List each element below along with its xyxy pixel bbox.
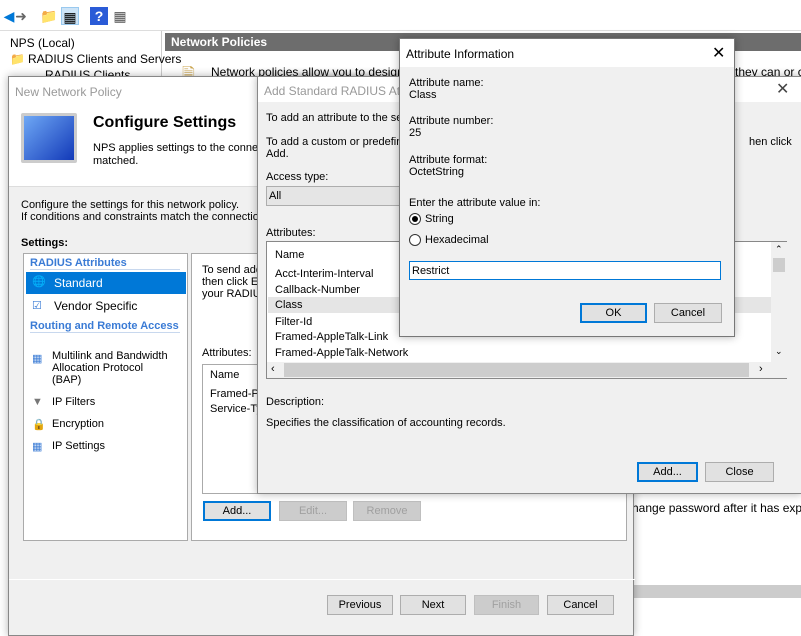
description-label: Description: <box>266 396 325 408</box>
toolbar: ◀ ➜ 📁 ▦ ? ▦ <box>0 0 801 31</box>
folder-icon: 📁 <box>10 52 25 66</box>
tree-item-radius-clients-servers[interactable]: RADIUS Clients and Servers <box>28 52 181 66</box>
ok-button[interactable]: OK <box>580 303 647 323</box>
dialog-title: Add Standard RADIUS Attrib <box>264 84 417 98</box>
help-icon[interactable]: ? <box>90 7 108 25</box>
panel-text: then click Ed <box>202 276 265 288</box>
instruction-text: Add. <box>266 148 289 160</box>
remove-button[interactable]: Remove <box>353 501 421 521</box>
network-icon: ▦ <box>32 441 43 453</box>
attribute-number-label: Attribute number: <box>409 115 494 127</box>
tree-item-nps-local[interactable]: NPS (Local) <box>10 36 75 50</box>
attribute-value-input[interactable]: Restrict <box>409 261 721 280</box>
network-icon: ▦ <box>32 353 43 365</box>
dialog-title: Attribute Information <box>406 47 515 61</box>
horizontal-scrollbar[interactable] <box>630 585 801 598</box>
edit-button[interactable]: Edit... <box>279 501 347 521</box>
up-folder-icon[interactable]: 📁 <box>40 7 58 25</box>
section-routing-remote-access: Routing and Remote Access <box>30 320 180 333</box>
attribute-name-label: Attribute name: <box>409 77 484 89</box>
instruction-text: To add an attribute to the settin <box>266 112 418 124</box>
heading-desc-2: matched. <box>93 155 139 167</box>
horizontal-scrollbar[interactable]: ‹ › <box>267 362 787 378</box>
access-type-label: Access type: <box>266 171 329 183</box>
filter-icon: ▼ <box>32 396 43 408</box>
add-button[interactable]: Add... <box>637 462 698 482</box>
attributes-label: Attributes: <box>266 227 316 239</box>
finish-button[interactable]: Finish <box>474 595 539 615</box>
previous-button[interactable]: Previous <box>327 595 393 615</box>
instruction-text: hen click <box>749 136 792 148</box>
condition-text: hange password after it has expired) <box>632 501 801 515</box>
section-radius-attributes: RADIUS Attributes <box>30 257 180 270</box>
settings-item-ip-settings[interactable]: ▦ IP Settings <box>26 438 186 458</box>
add-button[interactable]: Add... <box>203 501 271 521</box>
settings-item-standard[interactable]: 🌐 Standard <box>26 272 186 294</box>
radio-string[interactable]: String <box>409 212 509 226</box>
settings-item-vendor-specific[interactable]: ☑ Vendor Specific <box>26 296 186 316</box>
cancel-button[interactable]: Cancel <box>654 303 722 323</box>
close-button[interactable]: Close <box>705 462 774 482</box>
list-item[interactable]: Acct-Interim-Interval <box>275 268 373 280</box>
settings-item-encryption[interactable]: 🔒 Encryption <box>26 416 186 436</box>
globe-icon: 🌐 <box>32 276 46 288</box>
forward-icon[interactable]: ➜ <box>12 7 30 25</box>
list-item[interactable]: Filter-Id <box>275 316 312 328</box>
vertical-scrollbar[interactable]: ⌃ ⌄ <box>771 242 787 362</box>
radio-hexadecimal[interactable]: Hexadecimal <box>409 233 509 247</box>
dialog-title: New Network Policy <box>15 85 122 99</box>
checklist-icon: ☑ <box>32 300 42 312</box>
attribute-number-value: 25 <box>409 127 422 139</box>
config-text: Configure the settings for this network … <box>21 199 240 211</box>
show-hide-tree-icon[interactable]: ▦ <box>61 7 79 25</box>
attribute-information-dialog: Attribute Information ✕ Attribute name: … <box>399 38 735 337</box>
instruction-text: To add a custom or predefined <box>266 136 415 148</box>
cancel-button[interactable]: Cancel <box>547 595 614 615</box>
settings-list: RADIUS Attributes 🌐 Standard ☑ Vendor Sp… <box>23 253 188 541</box>
next-button[interactable]: Next <box>400 595 466 615</box>
attribute-format-value: OctetString <box>409 166 465 178</box>
close-icon[interactable]: ✕ <box>776 79 789 99</box>
computer-icon <box>21 113 77 163</box>
attribute-name-value: Class <box>409 89 437 101</box>
list-item[interactable]: Callback-Number <box>275 284 360 296</box>
settings-item-ip-filters[interactable]: ▼ IP Filters <box>26 394 186 414</box>
list-item[interactable]: Framed-AppleTalk-Link <box>275 331 388 343</box>
action-pane-icon[interactable]: ▦ <box>111 7 129 25</box>
settings-label: Settings: <box>21 237 69 249</box>
description-text: Specifies the classification of accounti… <box>266 417 506 429</box>
column-header-name[interactable]: Name <box>275 249 304 261</box>
lock-icon: 🔒 <box>32 419 46 431</box>
attribute-format-label: Attribute format: <box>409 154 488 166</box>
settings-item-multilink[interactable]: ▦ Multilink and Bandwidth Allocation Pro… <box>26 350 186 390</box>
attributes-label: Attributes: <box>202 347 252 359</box>
list-item[interactable]: Framed-AppleTalk-Network <box>275 347 408 359</box>
config-text-2: If conditions and constraints match the … <box>21 211 284 223</box>
heading-desc: NPS applies settings to the connecti <box>93 142 270 154</box>
page-heading: Configure Settings <box>93 114 237 131</box>
panel-text: To send add <box>202 264 262 276</box>
column-header-name[interactable]: Name <box>210 369 239 381</box>
close-icon[interactable]: ✕ <box>712 43 725 63</box>
value-format-label: Enter the attribute value in: <box>409 197 541 209</box>
